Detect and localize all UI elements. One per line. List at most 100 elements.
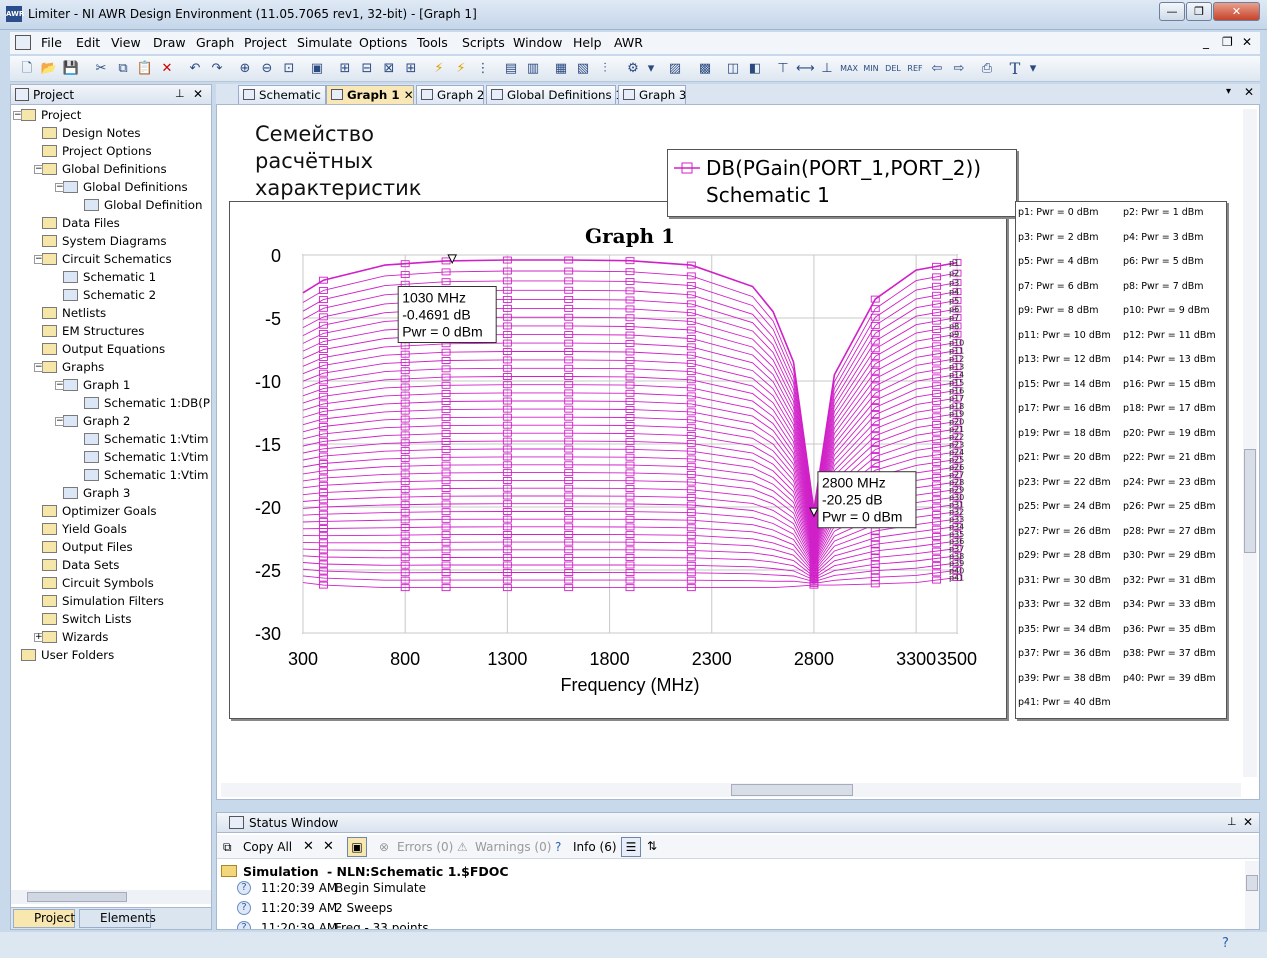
tab-schematic-1[interactable]: Schematic 1 — [238, 85, 332, 104]
tree-item[interactable]: Netlists — [42, 304, 106, 322]
clear-icon[interactable]: ✕ — [303, 839, 314, 854]
tree-expander-icon[interactable]: + — [34, 633, 43, 642]
toolbar-overflow-icon[interactable]: ▾ — [646, 60, 656, 78]
tab-scroll-icon[interactable]: ▾ — [1226, 86, 1231, 97]
errors-button[interactable]: Errors (0) — [397, 840, 453, 854]
tree-item[interactable]: Output Equations — [42, 340, 165, 358]
menu-view[interactable]: View — [111, 35, 141, 50]
simulate-icon[interactable]: ⚡ — [430, 60, 448, 78]
tree-item[interactable]: Simulation Filters — [42, 592, 164, 610]
sort-icon[interactable]: ⇅ — [647, 839, 657, 853]
status-pin-icon[interactable]: ⊥ — [1227, 815, 1237, 828]
tree-item[interactable]: Wizards — [42, 628, 108, 646]
toolbar-overflow2-icon[interactable]: ▾ — [1028, 60, 1038, 78]
new-icon[interactable]: 🗋 — [18, 60, 36, 78]
doc-close-icon[interactable]: ✕ — [1244, 85, 1254, 99]
text-icon[interactable]: T — [1006, 60, 1024, 78]
hscroll-thumb[interactable] — [731, 784, 853, 796]
tree-item[interactable]: Circuit Schematics — [42, 250, 172, 268]
tree-expander-icon[interactable]: − — [34, 255, 43, 264]
zoom-in-icon[interactable]: ⊕ — [236, 60, 254, 78]
zoom-fit-icon[interactable]: ⊡ — [280, 60, 298, 78]
tree-expander-icon[interactable]: − — [55, 417, 64, 426]
tree-expander-icon[interactable]: − — [13, 111, 22, 120]
tab-project[interactable]: Project — [13, 909, 75, 928]
yield-icon[interactable]: ▧ — [574, 60, 592, 78]
tree-item[interactable]: Data Sets — [42, 556, 119, 574]
tree-item[interactable]: Schematic 1 — [63, 268, 156, 286]
next-marker-icon[interactable]: ⇨ — [950, 60, 968, 78]
doc-hscroll[interactable] — [221, 783, 1241, 797]
tree-item[interactable]: Output Files — [42, 538, 133, 556]
tree-item[interactable]: Graph 3 — [63, 484, 130, 502]
ref-icon[interactable]: REF — [906, 60, 924, 78]
zoom-out-icon[interactable]: ⊖ — [258, 60, 276, 78]
filter-toggle-icon[interactable]: ▣ — [347, 837, 367, 857]
tab-graph-2[interactable]: Graph 2 — [416, 85, 484, 104]
variable-icon[interactable]: ▦ — [552, 60, 570, 78]
tree-item[interactable]: System Diagrams — [42, 232, 167, 250]
tree-item[interactable]: Yield Goals — [42, 520, 127, 538]
paste-icon[interactable]: 📋 — [136, 60, 154, 78]
tree-item[interactable]: Optimizer Goals — [42, 502, 157, 520]
tab-elements[interactable]: Elements — [79, 909, 156, 928]
help-icon[interactable]: ? — [1222, 936, 1229, 951]
prev-marker-icon[interactable]: ⇦ — [928, 60, 946, 78]
menu-window[interactable]: Window — [513, 35, 562, 50]
copy-graph-icon[interactable]: ◫ — [724, 60, 742, 78]
status-scroll-thumb[interactable] — [1246, 875, 1258, 891]
tree-item[interactable]: Global Definition — [84, 196, 203, 214]
tree-item[interactable]: Global Definitions — [42, 160, 167, 178]
tab-global-definitions-1[interactable]: Global Definitions 1 — [486, 85, 623, 104]
tree-item[interactable]: Circuit Symbols — [42, 574, 154, 592]
tree-item[interactable]: Global Definitions — [63, 178, 188, 196]
optimizer-icon[interactable]: ⚙ — [624, 60, 642, 78]
tree-item[interactable]: Graph 2 — [63, 412, 130, 430]
menu-scripts[interactable]: Scripts — [462, 35, 505, 50]
menu-project[interactable]: Project — [244, 35, 287, 50]
add-graph-icon[interactable]: ▣ — [308, 60, 326, 78]
copy-icon[interactable]: ⧉ — [114, 60, 132, 78]
vscroll-thumb[interactable] — [1244, 449, 1256, 553]
tree-item[interactable]: Schematic 1:Vtim — [84, 448, 209, 466]
tab-graph-3[interactable]: Graph 3 — [618, 85, 686, 104]
tree-item[interactable]: Project Options — [42, 142, 152, 160]
list-view-icon[interactable]: ☰ — [621, 837, 641, 857]
tree-item[interactable]: Graph 1 — [63, 376, 130, 394]
tree-item[interactable]: Schematic 1:Vtim — [84, 466, 209, 484]
parameter-legend[interactable]: p1: Pwr = 0 dBm p2: Pwr = 1 dBm p3: Pwr = … — [1015, 201, 1227, 719]
tree-item[interactable]: Switch Lists — [42, 610, 132, 628]
document-menu-icon[interactable] — [15, 35, 31, 50]
menu-graph[interactable]: Graph — [196, 35, 234, 50]
tree-item[interactable]: Project — [21, 106, 81, 124]
redo-icon[interactable]: ↷ — [208, 60, 226, 78]
close-button[interactable]: ✕ — [1213, 2, 1260, 21]
mdi-minimize-icon[interactable]: _ — [1203, 35, 1209, 49]
save-icon[interactable]: 💾 — [62, 60, 80, 78]
info-button[interactable]: Info (6) — [573, 840, 617, 854]
analyze-icon[interactable]: ⚡ — [452, 60, 470, 78]
system-diagram-icon[interactable]: ⊟ — [358, 60, 376, 78]
clear-all-icon[interactable]: ✕ — [323, 839, 334, 854]
minimize-button[interactable]: — — [1159, 2, 1185, 21]
tab-graph-1[interactable]: Graph 1 ✕ — [326, 85, 414, 104]
tuner-icon[interactable]: ⫶ — [596, 60, 614, 78]
mdi-restore-icon[interactable]: ❐ — [1222, 35, 1233, 49]
mdi-close-icon[interactable]: ✕ — [1242, 35, 1252, 49]
copy-all-button[interactable]: Copy All — [243, 840, 292, 854]
maximize-button[interactable]: ❐ — [1186, 2, 1212, 21]
doc-vscroll[interactable] — [1243, 109, 1257, 777]
paste-graph-icon[interactable]: ◧ — [746, 60, 764, 78]
tab-close-icon[interactable]: ✕ — [404, 88, 414, 102]
menu-awr[interactable]: AWR — [614, 35, 643, 50]
tree-expander-icon[interactable]: − — [34, 363, 43, 372]
project-hscroll[interactable] — [11, 890, 211, 904]
delete-icon[interactable]: ✕ — [158, 60, 176, 78]
tree-expander-icon[interactable]: − — [55, 381, 64, 390]
tree-item[interactable]: Schematic 1:DB(P — [84, 394, 210, 412]
status-close-icon[interactable]: ✕ — [1243, 815, 1253, 829]
tree-expander-icon[interactable]: − — [34, 165, 43, 174]
menu-simulate[interactable]: Simulate — [297, 35, 352, 50]
menu-options[interactable]: Options — [359, 35, 407, 50]
max-icon[interactable]: MAX — [840, 60, 858, 78]
